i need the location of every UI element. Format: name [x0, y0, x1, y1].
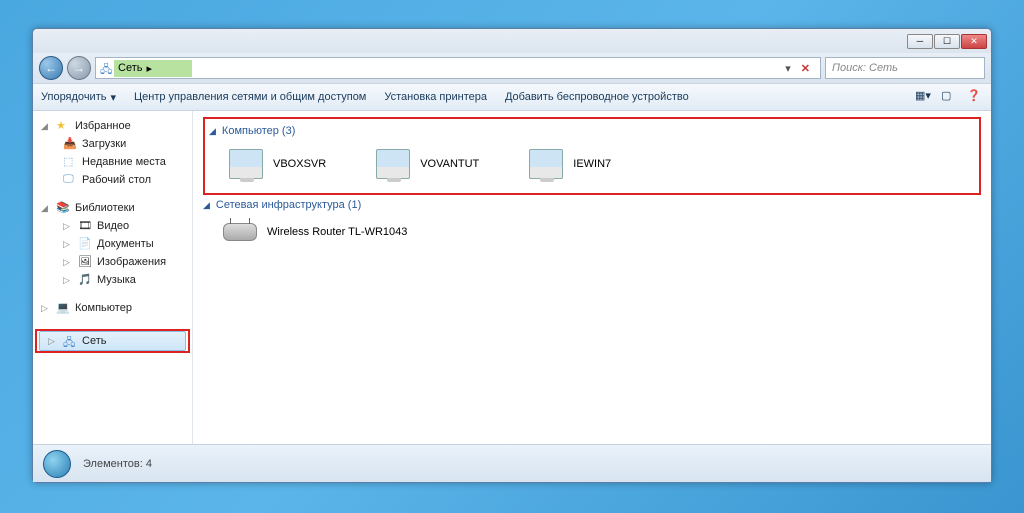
section-infrastructure[interactable]: ◢ Сетевая инфраструктура (1) — [203, 195, 981, 215]
expand-icon: ▷ — [41, 303, 51, 314]
highlight-annotation: ◢ Компьютер (3) VBOXSVR VOVANTUT IEWIN7 — [203, 117, 981, 195]
network-center-button[interactable]: Центр управления сетями и общим доступом — [134, 91, 366, 103]
content-pane: ◢ Компьютер (3) VBOXSVR VOVANTUT IEWIN7 — [193, 111, 991, 444]
search-placeholder: Поиск: Сеть — [832, 62, 898, 74]
libraries-icon: 📚 — [56, 201, 70, 215]
collapse-icon: ◢ — [41, 203, 51, 214]
network-globe-icon — [43, 450, 71, 478]
router-icon — [223, 223, 257, 241]
computer-item[interactable]: VOVANTUT — [376, 149, 479, 179]
statusbar: Элементов: 4 — [33, 444, 991, 482]
toolbar: Упорядочить ▾ Центр управления сетями и … — [33, 83, 991, 111]
pc-icon — [376, 149, 410, 179]
computer-icon: 💻 — [56, 301, 70, 315]
refresh-dropdown-icon[interactable]: ▾ — [781, 62, 795, 75]
pc-icon — [529, 149, 563, 179]
stop-icon[interactable]: ✕ — [795, 62, 816, 75]
section-computers[interactable]: ◢ Компьютер (3) — [209, 121, 975, 141]
add-wireless-button[interactable]: Добавить беспроводное устройство — [505, 91, 689, 103]
sidebar-favorites[interactable]: ◢ ★ Избранное — [33, 117, 192, 135]
maximize-button[interactable]: ☐ — [934, 34, 960, 49]
breadcrumb-network[interactable]: Сеть ▸ — [114, 60, 192, 77]
pc-icon — [229, 149, 263, 179]
documents-icon: 📄 — [78, 237, 92, 251]
minimize-button[interactable]: ─ — [907, 34, 933, 49]
computer-item[interactable]: IEWIN7 — [529, 149, 611, 179]
expand-icon: ▷ — [63, 221, 73, 232]
view-options-icon[interactable]: ▦▾ — [915, 89, 931, 105]
star-icon: ★ — [56, 119, 70, 133]
close-button[interactable]: ✕ — [961, 34, 987, 49]
sidebar-item-videos[interactable]: ▷ 🎞 Видео — [33, 217, 192, 235]
sidebar-item-downloads[interactable]: 📥 Загрузки — [33, 135, 192, 153]
expand-icon: ▷ — [48, 336, 58, 347]
collapse-icon: ◢ — [209, 126, 216, 137]
back-button[interactable]: ← — [39, 56, 63, 80]
sidebar-item-documents[interactable]: ▷ 📄 Документы — [33, 235, 192, 253]
preview-pane-icon[interactable]: ▢ — [941, 89, 957, 105]
address-bar: ← → 🖧 Сеть ▸ ▾ ✕ Поиск: Сеть — [33, 53, 991, 83]
search-input[interactable]: Поиск: Сеть — [825, 57, 985, 79]
video-icon: 🎞 — [78, 219, 92, 233]
sidebar-item-pictures[interactable]: ▷ 🖼 Изображения — [33, 253, 192, 271]
sidebar-item-desktop[interactable]: 🖵 Рабочий стол — [33, 171, 192, 189]
body: ◢ ★ Избранное 📥 Загрузки ⬚ Недавние мест… — [33, 111, 991, 444]
explorer-window: ─ ☐ ✕ ← → 🖧 Сеть ▸ ▾ ✕ Поиск: Сеть Упоря… — [32, 28, 992, 483]
status-count: Элементов: 4 — [83, 458, 152, 470]
music-icon: 🎵 — [78, 273, 92, 287]
highlight-annotation: ▷ 🖧 Сеть — [35, 329, 190, 353]
organize-button[interactable]: Упорядочить ▾ — [41, 91, 116, 104]
expand-icon: ▷ — [63, 275, 73, 286]
router-item[interactable]: Wireless Router TL-WR1043 — [223, 223, 407, 241]
sidebar-item-recent[interactable]: ⬚ Недавние места — [33, 153, 192, 171]
expand-icon: ▷ — [63, 239, 73, 250]
recent-icon: ⬚ — [63, 155, 77, 169]
breadcrumb-arrow: ▸ — [146, 62, 152, 75]
sidebar: ◢ ★ Избранное 📥 Загрузки ⬚ Недавние мест… — [33, 111, 193, 444]
collapse-icon: ◢ — [203, 200, 210, 211]
downloads-icon: 📥 — [63, 137, 77, 151]
computer-item[interactable]: VBOXSVR — [229, 149, 326, 179]
expand-icon: ▷ — [63, 257, 73, 268]
breadcrumb-label: Сеть — [118, 62, 142, 74]
address-field[interactable]: 🖧 Сеть ▸ ▾ ✕ — [95, 57, 821, 79]
chevron-down-icon: ▾ — [110, 91, 116, 104]
network-icon: 🖧 — [63, 334, 77, 348]
help-icon[interactable]: ❓ — [967, 89, 983, 105]
pictures-icon: 🖼 — [78, 255, 92, 269]
computers-list: VBOXSVR VOVANTUT IEWIN7 — [209, 141, 975, 191]
sidebar-item-music[interactable]: ▷ 🎵 Музыка — [33, 271, 192, 289]
desktop-icon: 🖵 — [63, 173, 77, 187]
sidebar-computer[interactable]: ▷ 💻 Компьютер — [33, 299, 192, 317]
infra-list: Wireless Router TL-WR1043 — [203, 215, 981, 253]
collapse-icon: ◢ — [41, 121, 51, 132]
titlebar: ─ ☐ ✕ — [33, 29, 991, 53]
network-icon: 🖧 — [100, 61, 114, 75]
sidebar-network[interactable]: ▷ 🖧 Сеть — [39, 331, 186, 351]
forward-button[interactable]: → — [67, 56, 91, 80]
add-printer-button[interactable]: Установка принтера — [384, 91, 487, 103]
sidebar-libraries[interactable]: ◢ 📚 Библиотеки — [33, 199, 192, 217]
